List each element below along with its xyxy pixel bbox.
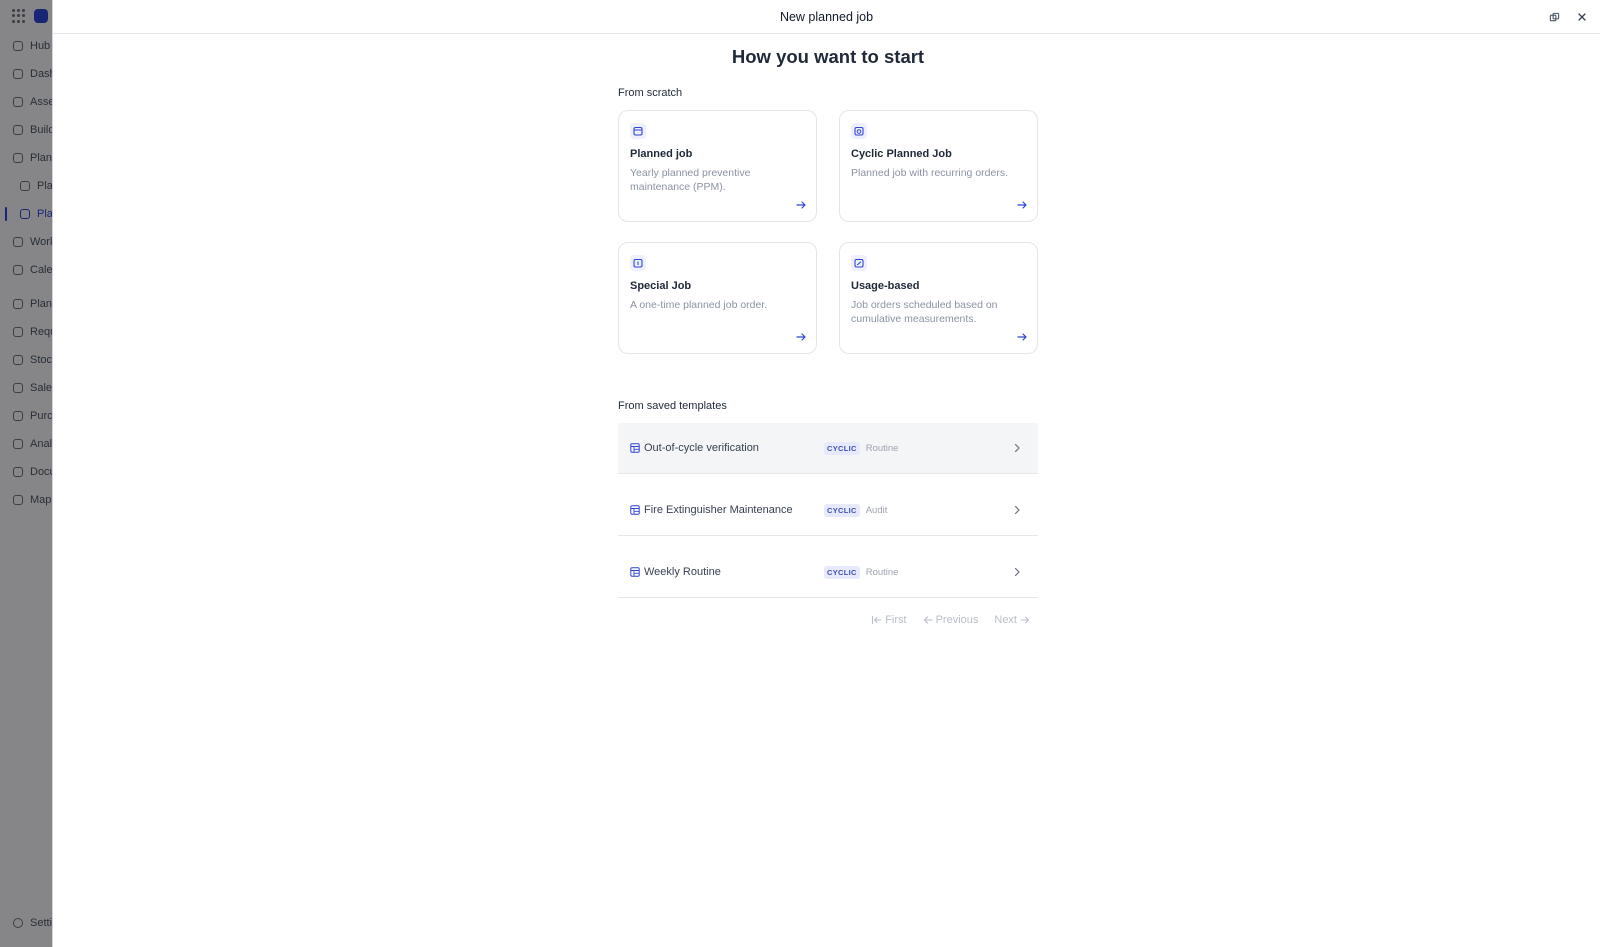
card-title: Planned job	[630, 148, 693, 160]
card-title: Usage-based	[851, 280, 920, 292]
template-name: Out-of-cycle verification	[644, 442, 759, 454]
cyclic-badge: CYCLIC	[824, 565, 860, 579]
modal-backdrop[interactable]	[0, 0, 60, 947]
detach-icon	[1549, 12, 1559, 21]
chevron-right-icon	[1014, 567, 1020, 577]
card-description: Job orders scheduled based on cumulative…	[851, 299, 998, 325]
card-title: Special Job	[630, 280, 692, 292]
template-name: Weekly Routine	[644, 566, 721, 578]
arrow-left-icon	[923, 616, 933, 624]
template-type: Audit	[865, 504, 888, 516]
from-scratch-label: From scratch	[618, 87, 683, 99]
template-type: Routine	[865, 442, 899, 454]
template-icon	[630, 505, 640, 515]
card-usage-based[interactable]: Usage-based Job orders scheduled based o…	[839, 242, 1038, 354]
new-planned-job-modal: New planned job How you want to start Fr…	[52, 0, 1600, 947]
arrow-right-icon	[796, 201, 806, 209]
close-button[interactable]	[1574, 9, 1590, 25]
page-title: How you want to start	[731, 46, 925, 67]
first-label: First	[885, 614, 907, 626]
first-page-icon	[872, 615, 882, 625]
card-description: Planned job with recurring orders.	[851, 167, 1008, 179]
card-description: A one-time planned job order.	[630, 299, 768, 311]
card-cyclic-planned-job[interactable]: Cyclic Planned Job Planned job with recu…	[839, 110, 1038, 222]
template-row[interactable]: Out-of-cycle verification CYCLIC Routine	[618, 423, 1038, 474]
previous-label: Previous	[935, 614, 979, 626]
template-type: Routine	[865, 566, 899, 578]
special-job-icon	[630, 255, 646, 271]
template-icon	[630, 567, 640, 577]
modal-title: New planned job	[779, 9, 874, 24]
card-description: Yearly planned preventive maintenance (P…	[630, 167, 751, 193]
first-page-button[interactable]: First	[871, 614, 907, 626]
cyclic-badge: CYCLIC	[824, 441, 860, 455]
arrow-right-icon	[1017, 201, 1027, 209]
next-label: Next	[994, 614, 1017, 626]
template-name: Fire Extinguisher Maintenance	[644, 504, 793, 516]
arrow-right-icon	[1017, 333, 1027, 341]
next-page-button[interactable]: Next	[994, 614, 1030, 626]
card-title: Cyclic Planned Job	[851, 148, 952, 160]
template-row[interactable]: Fire Extinguisher Maintenance CYCLIC Aud…	[618, 485, 1038, 536]
template-icon	[630, 443, 640, 453]
chevron-right-icon	[1014, 505, 1020, 515]
card-planned-job[interactable]: Planned job Yearly planned preventive ma…	[618, 110, 817, 222]
arrow-right-icon	[796, 333, 806, 341]
from-templates-label: From saved templates	[618, 400, 727, 412]
modal-content: How you want to start From scratch Plann…	[618, 34, 1038, 626]
calendar-icon	[630, 123, 646, 139]
close-icon	[1578, 13, 1586, 21]
template-row[interactable]: Weekly Routine CYCLIC Routine	[618, 547, 1038, 598]
arrow-right-icon	[1020, 616, 1030, 624]
usage-icon	[851, 255, 867, 271]
cyclic-icon	[851, 123, 867, 139]
modal-header: New planned job	[53, 0, 1600, 34]
cyclic-badge: CYCLIC	[824, 503, 860, 517]
pagination: First Previous Next	[871, 614, 1030, 626]
chevron-right-icon	[1014, 443, 1020, 453]
card-special-job[interactable]: Special Job A one-time planned job order…	[618, 242, 817, 354]
previous-page-button[interactable]: Previous	[923, 614, 979, 626]
detach-button[interactable]	[1546, 9, 1562, 25]
